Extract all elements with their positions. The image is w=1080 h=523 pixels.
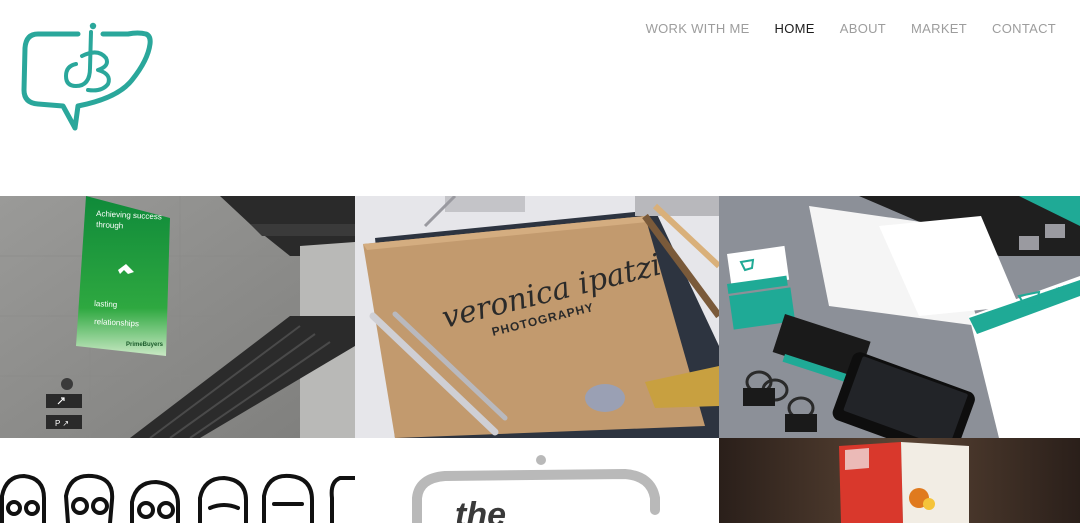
nav-item-market[interactable]: MARKET <box>911 20 967 37</box>
poster-line-3: lasting <box>94 299 118 309</box>
portfolio-tile-portraits[interactable] <box>0 438 355 523</box>
portfolio-tile-poster[interactable]: Achieving success through lasting relati… <box>0 196 355 438</box>
portfolio-tile-book[interactable] <box>719 438 1080 523</box>
portfolio-tile-notebook[interactable]: veronica ipatzi PHOTOGRAPHY <box>355 196 719 438</box>
portfolio-grid: Achieving success through lasting relati… <box>0 196 1080 523</box>
portfolio-tile-the-logo[interactable]: the <box>355 438 719 523</box>
svg-text:P ↗: P ↗ <box>55 419 69 428</box>
main-nav: WORK WITH ME HOME ABOUT MARKET CONTACT <box>646 20 1056 37</box>
nav-item-work-with-me[interactable]: WORK WITH ME <box>646 20 750 37</box>
nav-item-contact[interactable]: CONTACT <box>992 20 1056 37</box>
nav-item-about[interactable]: ABOUT <box>840 20 886 37</box>
nav-item-home[interactable]: HOME <box>775 20 815 37</box>
portfolio-tile-stationery[interactable]: start a dialogue <box>719 196 1080 438</box>
the-logo-text: the <box>455 496 506 523</box>
poster-line-2: through <box>96 220 124 230</box>
speech-bubble-monogram-icon <box>21 22 153 131</box>
brand-logo[interactable] <box>18 20 158 134</box>
poster-brand: PrimeBuyers <box>126 342 164 348</box>
